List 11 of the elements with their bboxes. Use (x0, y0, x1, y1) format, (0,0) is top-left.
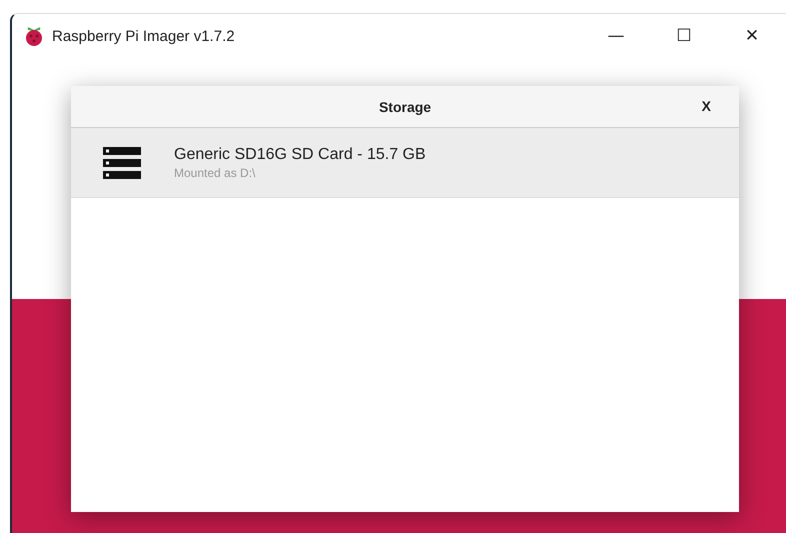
raspberry-icon (24, 25, 44, 47)
close-button[interactable]: ✕ (718, 14, 786, 58)
drive-name: Generic SD16G SD Card - 15.7 GB (174, 146, 426, 164)
minimize-button[interactable]: — (582, 14, 650, 58)
window-title: Raspberry Pi Imager v1.7.2 (52, 28, 236, 44)
storage-item[interactable]: Generic SD16G SD Card - 15.7 GB Mounted as D:\ (71, 128, 739, 198)
maximize-button[interactable]: ☐ (650, 14, 718, 58)
close-button[interactable]: X (698, 96, 715, 116)
dialog-title: Storage (378, 98, 432, 114)
storage-icon (103, 146, 141, 178)
mount-point: Mounted as D:\ (174, 166, 256, 180)
